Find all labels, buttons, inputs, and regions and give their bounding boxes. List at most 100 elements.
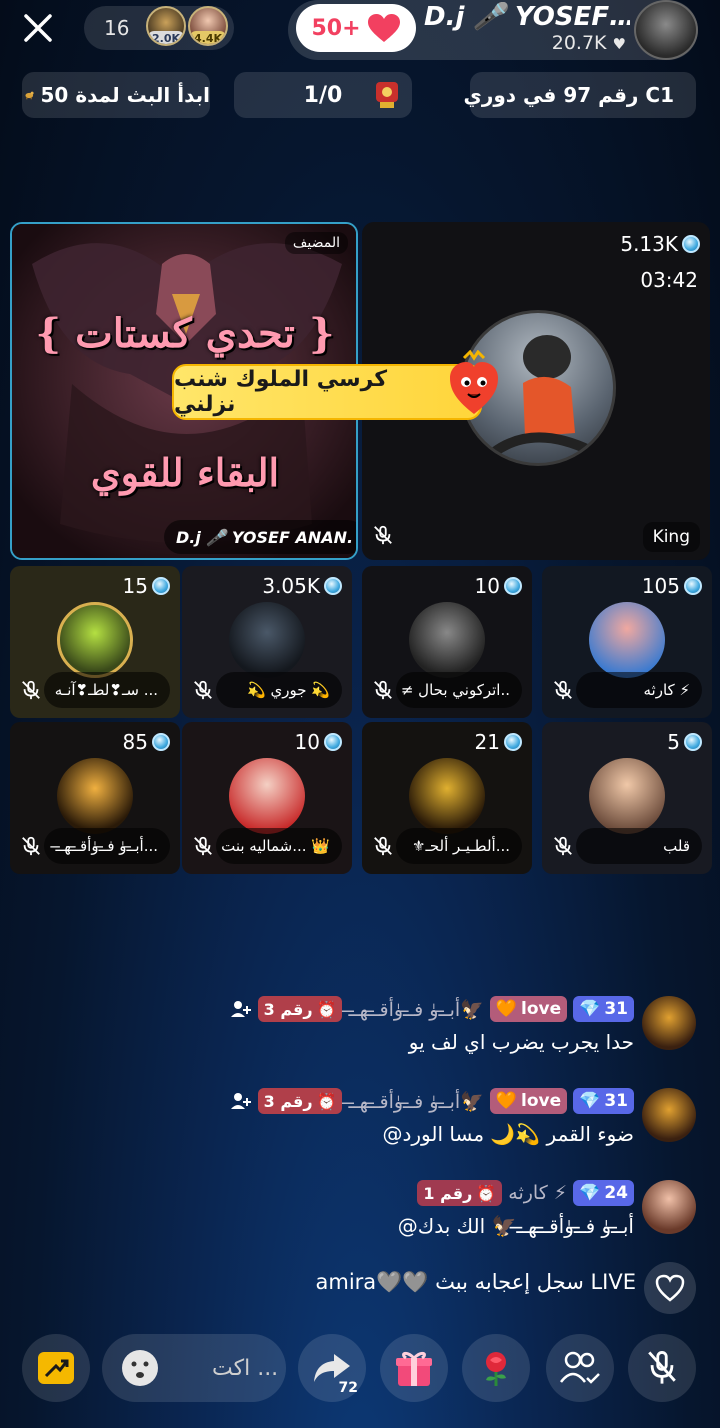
love-chip-text: love [521, 999, 562, 1019]
mic-off-icon [374, 836, 392, 856]
seat-score: 105 [642, 574, 702, 598]
seat-avatar [229, 758, 305, 834]
chat-message: @أبـ̶ـﯛ فـ̶ـﯛأقـ̶ـهـ̶ـ🦅 الك بدك [397, 1214, 634, 1238]
seat-label: شماليه بنت ا... 👑 [216, 828, 342, 864]
like-heart-button[interactable] [644, 1262, 696, 1314]
seat-score: 10 [475, 574, 522, 598]
guest-seat[interactable]: 3.05K 💫 جوري 💫 [182, 566, 352, 718]
chat-avatar[interactable] [642, 996, 696, 1050]
gem-icon [684, 733, 702, 751]
gem-icon [324, 577, 342, 595]
love-chip: 🧡 love [489, 1088, 568, 1114]
gem-icon [684, 577, 702, 595]
level-chip: 💎 31 [573, 1088, 634, 1114]
host-name: D.j 🎤 YOSEF… [424, 2, 630, 32]
top-viewer-badge: 2.0K [148, 31, 184, 44]
rose-icon [486, 1352, 506, 1386]
host-avatar[interactable] [634, 0, 698, 60]
mic-off-icon [194, 680, 212, 700]
level-chip: 💎 31 [573, 996, 634, 1022]
mic-toggle-button[interactable] [628, 1334, 696, 1402]
seat-score: 10 [295, 730, 342, 754]
host-seat-label: D.j 🎤 YOSEF ANAN. [164, 520, 356, 554]
host-tag: المضيف [284, 232, 348, 254]
host-likes: 20.7K ♥ [470, 32, 626, 54]
guest-seat[interactable]: 85 أبـ̶ـﯛ فـ̶ـﯛأقـ̶ـهـ̶ـ... [10, 722, 180, 874]
league-rank[interactable]: رقم 97 في دوري C1 [464, 72, 696, 118]
follow-icon[interactable] [230, 998, 252, 1020]
camel-icon [25, 91, 34, 100]
viewer-count: 16 [104, 16, 130, 40]
king-score: 5.13K [620, 232, 700, 256]
seat-score-value: 21 [474, 730, 500, 754]
guest-seat[interactable]: 15 سـ❣لطـ❣آنـه ... [10, 566, 180, 718]
mic-off-icon [554, 680, 572, 700]
seat-score-value: 85 [122, 730, 148, 754]
seat-score-value: 3.05K [262, 574, 320, 598]
alarm-icon: ⏰ [316, 999, 337, 1019]
heart-icon: 🧡 [495, 999, 518, 1019]
mascot-icon [450, 350, 498, 414]
seat-avatar [589, 758, 665, 834]
comment-input[interactable]: اكت ... [102, 1334, 286, 1402]
king-timer: 03:42 [640, 268, 698, 292]
share-count: 72 [338, 1380, 358, 1396]
top-viewer-avatar[interactable]: 4.4K [188, 6, 228, 46]
seat-score-value: 105 [641, 574, 680, 598]
seat-label: سـ❣لطـ❣آنـه ... [44, 672, 170, 708]
trend-icon [38, 1352, 74, 1384]
mic-off-icon [22, 680, 40, 700]
seat-label: 💫 جوري 💫 [216, 672, 342, 708]
chat-username[interactable]: كارثه ⚡ [508, 1182, 567, 1204]
chat-username[interactable]: أبـ̶ـﯛ فـ̶ـﯛأقـ̶ـهـ̶ـ🦅 [348, 1090, 483, 1113]
share-button[interactable]: 72 [298, 1334, 366, 1402]
chat-meta: رقم 3 ⏰ أبـ̶ـﯛ فـ̶ـﯛأقـ̶ـهـ̶ـ🦅 🧡 love 💎 31 [230, 1088, 634, 1114]
rank-chip-text: رقم 1 [423, 1183, 473, 1203]
emoji-icon[interactable] [120, 1348, 160, 1388]
seat-avatar [409, 758, 485, 834]
guest-seat[interactable]: 21 ⚜ألطـيـر ألحـ... [362, 722, 532, 874]
start-broadcast-timer[interactable]: ابدأ البث لمدة 50 [22, 72, 210, 118]
share-stream-button[interactable] [22, 1334, 90, 1402]
rank-chip: رقم 3 ⏰ [257, 1088, 343, 1114]
trophy-icon [372, 78, 402, 116]
chat-avatar[interactable] [642, 1088, 696, 1142]
rose-gift-button[interactable] [462, 1334, 530, 1402]
chat-meta: رقم 1 ⏰ كارثه ⚡ 💎 24 [417, 1180, 634, 1206]
guest-seat[interactable]: 10 شماليه بنت ا... 👑 [182, 722, 352, 874]
users-icon [560, 1351, 600, 1384]
chat-avatar[interactable] [642, 1180, 696, 1234]
gift-icon [396, 1351, 432, 1386]
top-viewer-badge: 4.4K [190, 31, 226, 44]
mic-off-icon [194, 836, 212, 856]
comment-placeholder: اكت ... [212, 1355, 279, 1381]
close-button[interactable] [16, 8, 60, 48]
guest-seat[interactable]: 105 كارثه ⚡ [542, 566, 712, 718]
follow-icon[interactable] [230, 1090, 252, 1112]
like-button[interactable]: 50+ [296, 4, 416, 52]
gem-icon [504, 733, 522, 751]
seat-score: 3.05K [262, 574, 342, 598]
seat-avatar [589, 602, 665, 678]
guest-seat[interactable]: 10 ≠ اتركوني بحال.. [362, 566, 532, 718]
king-score-value: 5.13K [620, 232, 678, 256]
guest-seat[interactable]: 5 قلب [542, 722, 712, 874]
heart-icon [367, 14, 400, 42]
king-label: King [642, 522, 700, 552]
poster-subtitle: البقاء للقوي [90, 450, 280, 495]
level-chip-text: 31 [604, 999, 628, 1019]
rank-chip: رقم 1 ⏰ [417, 1180, 503, 1206]
seat-score: 15 [123, 574, 170, 598]
chat-username[interactable]: أبـ̶ـﯛ فـ̶ـﯛأقـ̶ـهـ̶ـ🦅 [348, 998, 483, 1021]
chat-message: حدا يجرب يضرب اي لف يو [408, 1030, 634, 1054]
seat-score: 21 [475, 730, 522, 754]
top-viewer-avatar[interactable]: 2.0K [146, 6, 186, 46]
gift-button[interactable] [380, 1334, 448, 1402]
close-icon [24, 14, 52, 42]
seat-score: 5 [667, 730, 702, 754]
chat-meta: رقم 3 ⏰ أبـ̶ـﯛ فـ̶ـﯛأقـ̶ـهـ̶ـ🦅 🧡 love 💎 31 [230, 996, 634, 1022]
gem-icon [682, 235, 700, 253]
guests-button[interactable] [546, 1334, 614, 1402]
gem-icon: 💎 [579, 999, 601, 1019]
system-message: amira🩶🩶 سجل إعجابه ببث LIVE [315, 1270, 636, 1294]
